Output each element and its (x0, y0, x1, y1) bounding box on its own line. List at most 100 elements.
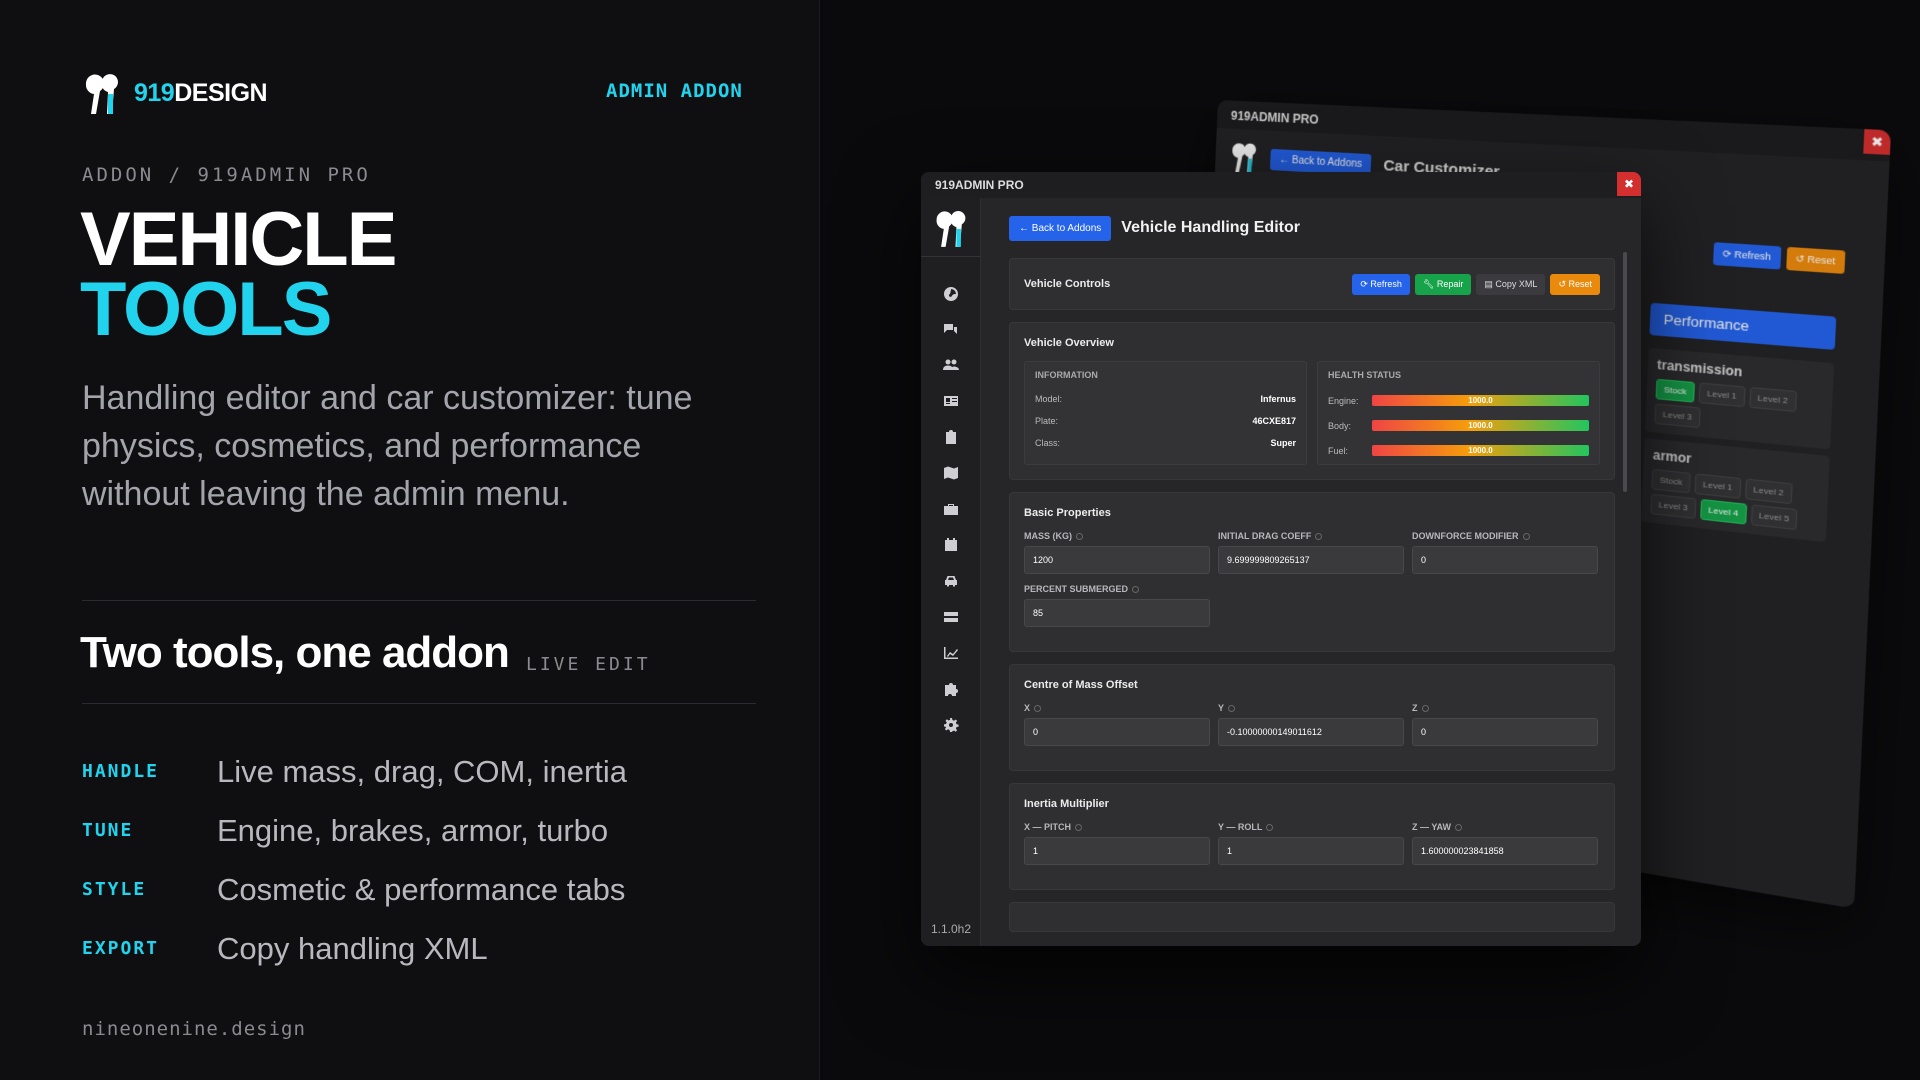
sidebar-item-server[interactable] (921, 602, 981, 632)
back-to-addons-button[interactable]: ← Back to Addons (1009, 215, 1112, 241)
close-icon[interactable]: ✖ (1617, 172, 1641, 196)
info-icon (1034, 704, 1042, 712)
divider (82, 703, 756, 704)
vehicle-controls-card: Vehicle Controls ⟳ Refresh 🔧︎ Repair ▤ C… (1009, 258, 1615, 310)
refresh-label: Refresh (1370, 278, 1402, 289)
field-label-text: Downforce Modifier (1412, 531, 1519, 541)
refresh-button[interactable]: ⟳ Refresh (1713, 242, 1781, 270)
feature-key: STYLE (82, 879, 147, 900)
sidebar-item-ids[interactable] (921, 386, 981, 416)
reset-label: Reset (1807, 253, 1836, 267)
com-z-field: Z (1412, 703, 1598, 746)
level-option[interactable]: Level 5 (1750, 504, 1798, 531)
card-title: Vehicle Controls (1024, 278, 1111, 290)
field-label: Z — Yaw (1412, 822, 1598, 832)
repair-label: Repair (1436, 278, 1464, 289)
card-title: Inertia Multiplier (1024, 798, 1109, 810)
pitch-input[interactable] (1024, 837, 1210, 865)
field-label-text: X — Pitch (1024, 822, 1072, 832)
feature-text: Copy handling XML (217, 930, 488, 966)
card-title: Centre of Mass Offset (1024, 679, 1138, 691)
card-title: Basic Properties (1024, 507, 1111, 519)
window-title: 919ADMIN PRO (1230, 108, 1319, 127)
sidebar-item-map[interactable] (921, 458, 981, 488)
feature-key: HANDLE (82, 761, 160, 782)
refresh-button[interactable]: ⟳ Refresh (1352, 273, 1410, 295)
field-label-text: Y (1218, 703, 1225, 713)
field-grid: X — Pitch Y — Roll Z — Yaw (1024, 822, 1600, 875)
level-option[interactable]: Level 1 (1694, 473, 1742, 499)
level-option[interactable]: Level 2 (1749, 386, 1797, 412)
sidebar-item-players[interactable] (921, 350, 981, 380)
live-edit-tag: LIVE EDIT (526, 654, 651, 675)
players-icon (943, 359, 959, 370)
sidebar-item-addons[interactable] (921, 674, 981, 704)
feature-item: EXPORT Copy handling XML (82, 919, 627, 978)
scrollbar[interactable] (1623, 252, 1627, 492)
level-options: Stock Level 1 Level 2 Level 3 (1654, 378, 1823, 440)
submerged-field: Percent Submerged (1024, 584, 1210, 627)
sidebar-item-chat[interactable] (921, 314, 981, 344)
sidebar-item-settings[interactable] (921, 710, 981, 740)
health-value: 1000.0 (1468, 396, 1493, 405)
sidebar-item-stats[interactable] (921, 638, 981, 668)
com-x-input[interactable] (1024, 718, 1210, 746)
level-option[interactable]: Stock (1651, 468, 1691, 494)
level-option[interactable]: Level 3 (1654, 403, 1701, 429)
app-logo-icon (1231, 142, 1257, 174)
feature-text: Live mass, drag, COM, inertia (217, 753, 628, 789)
field-label-text: Y — Roll (1218, 822, 1263, 832)
copy-xml-button[interactable]: ▤ Copy XML (1476, 273, 1546, 295)
health-bar: 1000.0 (1372, 445, 1589, 456)
level-option[interactable]: Level 1 (1698, 382, 1746, 408)
info-icon (1421, 704, 1429, 712)
reset-button[interactable]: ↺ Reset (1550, 273, 1600, 295)
copy-xml-label: Copy XML (1495, 278, 1538, 289)
com-x-field: X (1024, 703, 1210, 746)
field-label: Percent Submerged (1024, 584, 1210, 594)
level-option[interactable]: Level 4 (1699, 498, 1747, 525)
reset-button[interactable]: ↺ Reset (1785, 246, 1846, 274)
sidebar-item-reports[interactable] (921, 422, 981, 452)
sidebar-item-dashboard[interactable] (921, 278, 981, 308)
level-option[interactable]: Level 2 (1744, 478, 1793, 505)
information-panel: Information Model: Infernus Plate: 46CXE81… (1024, 361, 1307, 465)
mass-input[interactable] (1024, 546, 1210, 574)
submerged-input[interactable] (1024, 599, 1210, 627)
window-titlebar: 919ADMIN PRO ✖ (921, 172, 1641, 198)
breadcrumb: ADDON / 919ADMIN PRO (82, 164, 371, 186)
close-icon[interactable]: ✖ (1863, 129, 1892, 155)
tab-performance[interactable]: Performance (1649, 302, 1837, 350)
level-option[interactable]: Level 3 (1650, 493, 1697, 519)
yaw-input[interactable] (1412, 837, 1598, 865)
feature-key: EXPORT (82, 938, 160, 959)
centre-of-mass-card: Centre of Mass Offset X Y Z (1009, 664, 1615, 771)
briefcase-icon (944, 504, 958, 515)
id-card-icon (944, 396, 958, 406)
downforce-input[interactable] (1412, 546, 1598, 574)
brand-name: 919DESIGN (134, 79, 268, 108)
com-z-input[interactable] (1412, 718, 1598, 746)
chart-icon (944, 647, 958, 659)
info-label: Class: (1035, 438, 1061, 448)
brand: 919DESIGN (82, 70, 268, 116)
health-row: Body: 1000.0 (1328, 413, 1589, 438)
health-bar: 1000.0 (1372, 395, 1589, 406)
roll-input[interactable] (1218, 837, 1404, 865)
main-content: ← Back to Addons Vehicle Handling Editor… (981, 198, 1641, 946)
level-option[interactable]: Stock (1655, 378, 1695, 403)
sidebar-item-calendar[interactable] (921, 530, 981, 560)
sidebar-item-vehicles[interactable] (921, 566, 981, 596)
repair-button[interactable]: 🔧︎ Repair (1414, 273, 1472, 295)
sidebar-item-jobs[interactable] (921, 494, 981, 524)
dashboard-icon (944, 287, 958, 301)
map-icon (944, 466, 958, 480)
drag-input[interactable] (1218, 546, 1404, 574)
info-icon (1266, 823, 1274, 831)
basic-properties-card: Basic Properties Mass (KG) Initial Drag … (1009, 492, 1615, 652)
panel-heading: Information (1035, 370, 1098, 380)
health-status-panel: Health Status Engine: 1000.0 Body: 1000.0 … (1317, 361, 1600, 465)
sidebar: 1.1.0h2 (921, 198, 981, 946)
field-label-text: Mass (KG) (1024, 531, 1072, 541)
com-y-input[interactable] (1218, 718, 1404, 746)
